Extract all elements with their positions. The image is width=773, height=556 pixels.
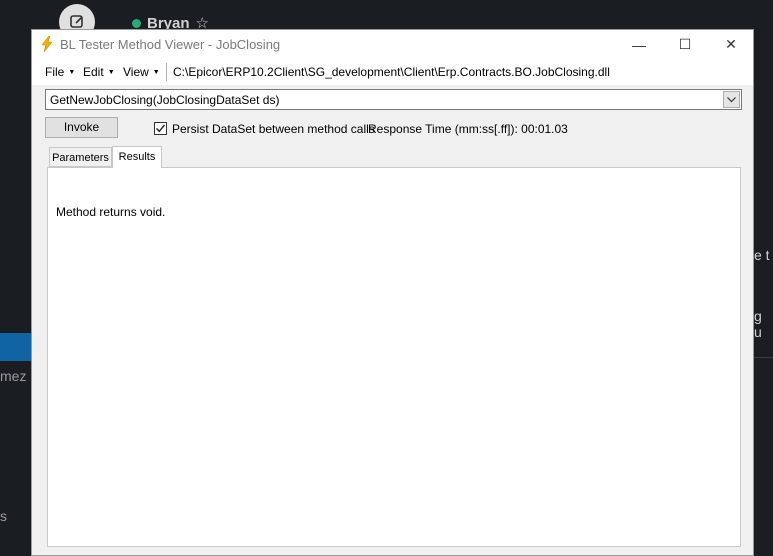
menu-edit[interactable]: Edit ▼ [83, 65, 115, 79]
menu-view-label: View [123, 65, 149, 79]
lightning-icon [40, 35, 54, 53]
result-message: Method returns void. [56, 205, 166, 219]
menu-file-label: File [45, 65, 65, 79]
results-panel: Method returns void. [47, 167, 741, 547]
sidebar-text-fragment: mez [0, 368, 27, 384]
window-title: BL Tester Method Viewer - JobClosing [60, 37, 281, 52]
persist-dataset-checkbox[interactable] [154, 122, 167, 135]
close-button[interactable]: ✕ [708, 30, 754, 59]
background-message-area [754, 32, 773, 556]
sidebar-text-fragment: s [0, 508, 7, 524]
caret-down-icon: ▼ [68, 69, 76, 77]
online-status-icon [132, 18, 141, 28]
response-time: Response Time (mm:ss[.ff]): 00:01.03 [368, 122, 568, 136]
tab-results[interactable]: Results [112, 146, 162, 168]
menu-edit-label: Edit [83, 65, 104, 79]
persist-dataset-label: Persist DataSet between method calls [172, 122, 375, 136]
menu-bar: File ▼ Edit ▼ View ▼ C:\Epicor\ERP10.2Clien… [32, 59, 753, 85]
menu-file[interactable]: File ▼ [45, 65, 75, 79]
selected-sidebar-item[interactable] [0, 333, 31, 361]
background-sidebar [0, 0, 31, 556]
assembly-path: C:\Epicor\ERP10.2Client\SG_development\C… [173, 65, 610, 79]
minimize-button[interactable]: — [616, 30, 662, 59]
title-bar[interactable]: BL Tester Method Viewer - JobClosing — ☐… [32, 30, 753, 59]
invoke-button[interactable]: Invoke [45, 117, 118, 138]
tab-parameters[interactable]: Parameters [49, 147, 112, 167]
menu-separator [166, 63, 167, 81]
menu-view[interactable]: View ▼ [123, 65, 160, 79]
message-text-fragment: e t [754, 247, 770, 263]
bl-tester-window: BL Tester Method Viewer - JobClosing — ☐… [31, 29, 754, 556]
chevron-down-icon[interactable] [723, 91, 740, 108]
method-select-value: GetNewJobClosing(JobClosingDataSet ds) [50, 93, 280, 107]
method-select[interactable]: GetNewJobClosing(JobClosingDataSet ds) [45, 89, 742, 110]
caret-down-icon: ▼ [152, 69, 160, 77]
message-text-fragment: g u [754, 308, 762, 340]
divider [754, 357, 773, 358]
caret-down-icon: ▼ [107, 69, 115, 77]
maximize-button[interactable]: ☐ [662, 30, 708, 59]
